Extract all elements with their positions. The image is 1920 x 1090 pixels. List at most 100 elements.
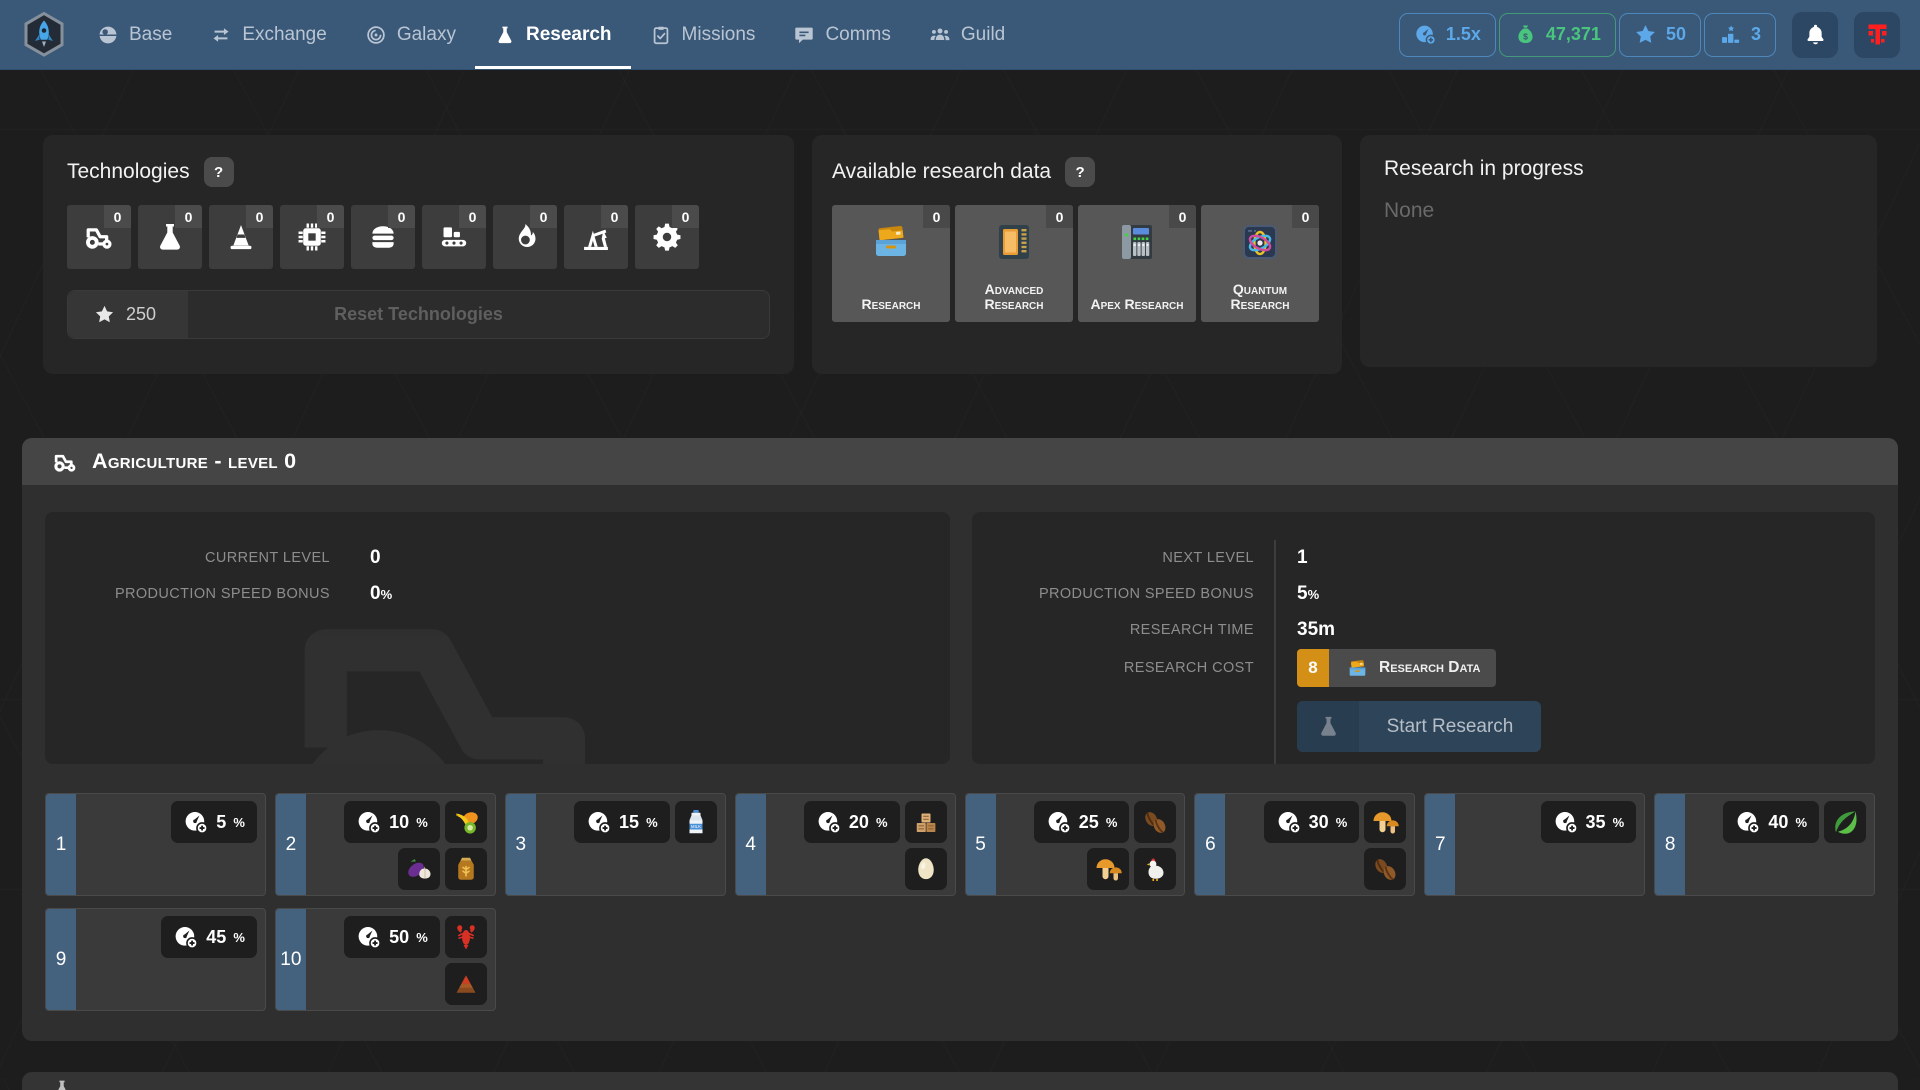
nav-tab-exchange[interactable]: Exchange [191, 0, 346, 69]
gauge-plus-icon [1414, 23, 1437, 46]
nav-tab-missions[interactable]: Missions [631, 0, 775, 69]
research-time-value: 35m [1297, 612, 1541, 648]
nav-tab-guild[interactable]: Guild [910, 0, 1024, 69]
agriculture-title: Agriculture - level 0 [92, 449, 296, 474]
tech-electronics[interactable]: 0 [280, 205, 344, 269]
level-card-5[interactable]: 5 25% [965, 793, 1186, 896]
research-data-advanced-research[interactable]: 0 Advanced Research [955, 205, 1073, 322]
technologies-help-button[interactable]: ? [204, 157, 234, 187]
app-logo-rocket-icon[interactable] [20, 10, 68, 60]
level-card-1[interactable]: 1 5% [45, 793, 266, 896]
galaxy-icon [365, 24, 387, 46]
base-icon [97, 24, 119, 46]
bonus-value: 30 [1309, 812, 1329, 833]
level-card-7[interactable]: 7 35% [1424, 793, 1645, 896]
tech-food[interactable]: 0 [351, 205, 415, 269]
nav-label: Base [129, 24, 172, 46]
start-research-button[interactable]: Start Research [1297, 701, 1541, 752]
bonus-chip: 45% [161, 916, 257, 958]
tech-manufacturing[interactable]: 0 [422, 205, 486, 269]
nav-label: Comms [825, 24, 890, 46]
production-speed-icon [1276, 809, 1302, 835]
research-cost-resource: Research Data [1379, 659, 1480, 677]
nav-label: Research [526, 24, 612, 46]
item-mushrooms [1087, 848, 1129, 890]
nav-tab-comms[interactable]: Comms [774, 0, 909, 69]
research-data-apex-research[interactable]: 0Apex Research [1078, 205, 1196, 322]
level-number: 5 [966, 794, 996, 895]
nav-label: Missions [682, 24, 756, 46]
research-cost-label: Research cost [972, 648, 1254, 688]
tech-count-badge: 0 [388, 205, 415, 228]
bonus-value: 5 [216, 812, 226, 833]
agriculture-header[interactable]: Agriculture - level 0 [22, 438, 1898, 485]
bonus-chip: 10% [344, 801, 440, 843]
production-speed-icon [586, 809, 612, 835]
nav-tab-galaxy[interactable]: Galaxy [346, 0, 475, 69]
research-data-research[interactable]: 0Research [832, 205, 950, 322]
level-card-3[interactable]: 3 15% MILK [505, 793, 726, 896]
level-card-10[interactable]: 10 50% [275, 908, 496, 1011]
stat-stars[interactable]: 50 [1619, 13, 1701, 57]
stat-credits[interactable]: $47,371 [1499, 13, 1616, 57]
bonus-value: 15 [619, 812, 639, 833]
tech-fuel[interactable]: 0 [493, 205, 557, 269]
level-card-4[interactable]: 4 20% [735, 793, 956, 896]
research-data-help-button[interactable]: ? [1065, 157, 1095, 187]
research-data-count-badge: 0 [1046, 205, 1073, 228]
level-card-9[interactable]: 9 45% [45, 908, 266, 1011]
tech-agriculture[interactable]: 0 [67, 205, 131, 269]
nav-tab-research[interactable]: Research [475, 0, 631, 69]
current-level-label: Current level [45, 550, 330, 566]
research-time-label: Research time [972, 612, 1254, 648]
reset-technologies-button[interactable]: 250 Reset Technologies [67, 290, 770, 339]
level-card-6[interactable]: 6 30% [1194, 793, 1415, 896]
item-flour [445, 848, 487, 890]
item-vegetables [398, 848, 440, 890]
tech-research[interactable]: 0 [138, 205, 202, 269]
next-section-partial[interactable] [22, 1072, 1898, 1090]
tech-count-badge: 0 [601, 205, 628, 228]
bonus-value: 25 [1079, 812, 1099, 833]
bonus-chip: 15% [574, 801, 670, 843]
rank-icon [1719, 23, 1742, 46]
exchange-icon [210, 24, 232, 46]
percent-suffix: % [416, 815, 428, 830]
nav-label: Exchange [242, 24, 327, 46]
bonus-value: 50 [389, 927, 409, 948]
research-data-quantum-research[interactable]: 0Quantum Research [1201, 205, 1319, 322]
tech-mining[interactable]: 0 [564, 205, 628, 269]
item-chicken [1134, 848, 1176, 890]
level-number: 7 [1425, 794, 1455, 895]
red-emblem-icon [1864, 21, 1891, 48]
level-number: 10 [276, 909, 306, 1010]
stat-rank[interactable]: 3 [1704, 13, 1776, 57]
lobster-icon [451, 922, 481, 952]
tech-science[interactable]: 0 [635, 205, 699, 269]
stat-speed-multiplier[interactable]: 1.5x [1399, 13, 1496, 57]
svg-text:$: $ [1523, 31, 1528, 41]
agriculture-section: Agriculture - level 0 Current level 0 Pr… [22, 438, 1898, 1041]
research-cost: 8 Research Data [1297, 649, 1496, 687]
item-egg [905, 848, 947, 890]
level-card-8[interactable]: 8 40% [1654, 793, 1875, 896]
production-speed-icon [816, 809, 842, 835]
production-speed-icon [1553, 809, 1579, 835]
bonus-value: 45 [206, 927, 226, 948]
nav-tab-base[interactable]: Base [78, 0, 191, 69]
research-in-progress-empty: None [1384, 199, 1853, 223]
research-data-label: Advanced Research [960, 282, 1068, 313]
emblem-button[interactable] [1854, 12, 1900, 58]
percent-suffix: % [646, 815, 658, 830]
tech-construction[interactable]: 0 [209, 205, 273, 269]
next-level-value: 1 [1297, 540, 1541, 576]
percent-suffix: % [233, 815, 245, 830]
stat-value: 1.5x [1446, 24, 1481, 45]
level-number: 4 [736, 794, 766, 895]
technology-list: 000000000 [67, 205, 770, 269]
research-in-progress-panel: Research in progress None [1360, 135, 1877, 367]
notifications-button[interactable] [1792, 12, 1838, 58]
star-icon [94, 304, 115, 325]
percent-suffix: % [876, 815, 888, 830]
level-card-2[interactable]: 2 10% [275, 793, 496, 896]
